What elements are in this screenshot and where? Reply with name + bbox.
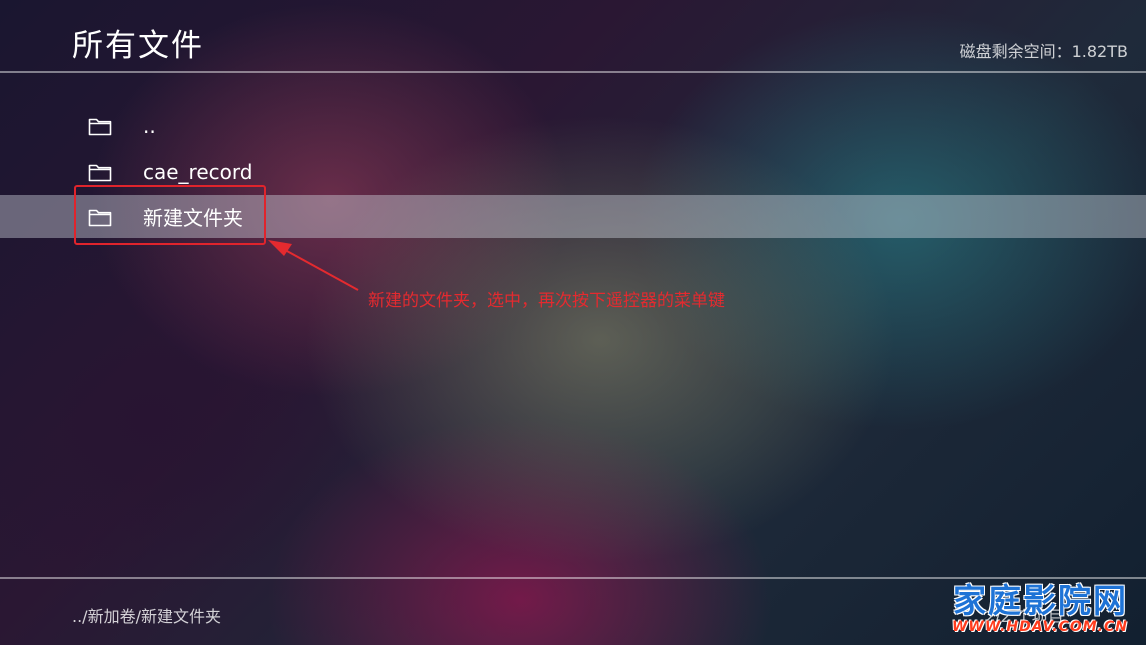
file-name: cae_record	[143, 160, 253, 184]
file-name: ..	[143, 114, 156, 138]
watermark-url-text: WWW.HDAV.COM.CN	[951, 619, 1128, 635]
disk-space-label: 磁盘剩余空间：1.82TB	[959, 42, 1128, 61]
annotation-text: 新建的文件夹，选中，再次按下遥控器的菜单键	[368, 291, 725, 311]
annotation-highlight-box	[74, 185, 266, 245]
page-title: 所有文件	[72, 28, 204, 64]
folder-icon	[88, 118, 112, 136]
file-row-parent[interactable]: ..	[0, 103, 1146, 149]
current-path: ../新加卷/新建文件夹	[72, 607, 221, 626]
bottom-divider	[0, 577, 1146, 579]
watermark-logo: 家庭影院网 WWW.HDAV.COM.CN	[952, 584, 1128, 636]
top-divider	[0, 71, 1146, 73]
annotation-arrow-icon	[268, 240, 359, 291]
folder-icon	[88, 164, 112, 182]
watermark-main-text: 家庭影院网	[953, 581, 1128, 620]
